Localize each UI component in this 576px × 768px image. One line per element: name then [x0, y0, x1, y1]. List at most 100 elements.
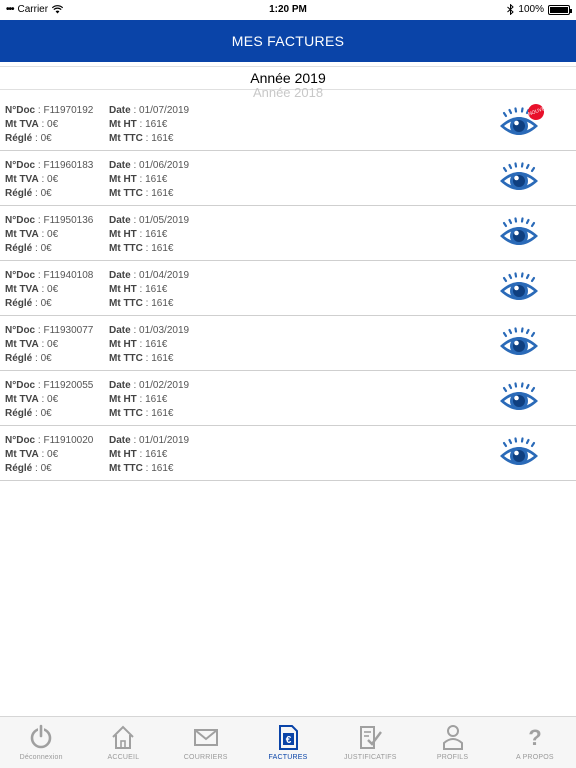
- mt-ht-value: 161€: [145, 284, 168, 295]
- invoice-euro-icon: €: [278, 725, 298, 750]
- mt-tva-label: Mt TVA: [5, 449, 39, 460]
- ndoc-value: F11930077: [43, 325, 94, 336]
- view-invoice-button[interactable]: [498, 214, 540, 256]
- year-selected[interactable]: Année 2019: [0, 67, 576, 89]
- mt-ttc-value: 161€: [151, 133, 174, 144]
- invoice-row[interactable]: N°Doc : F11930077 Mt TVA : 0€ Réglé : 0€…: [0, 316, 576, 371]
- invoice-row[interactable]: N°Doc : F11940108 Mt TVA : 0€ Réglé : 0€…: [0, 261, 576, 316]
- invoice-row[interactable]: N°Doc : F11920055 Mt TVA : 0€ Réglé : 0€…: [0, 371, 576, 426]
- tab-person[interactable]: PROFILS: [411, 717, 493, 768]
- status-time: 1:20 PM: [269, 4, 307, 15]
- ndoc-label: N°Doc: [5, 380, 36, 391]
- invoice-right-column: Date : 01/03/2019 Mt HT : 161€ Mt TTC : …: [109, 325, 190, 364]
- date-label: Date: [109, 435, 131, 446]
- ndoc-label: N°Doc: [5, 325, 36, 336]
- view-invoice-button[interactable]: NOUVEAU: [498, 101, 553, 146]
- invoice-left-column: N°Doc : F11970192 Mt TVA : 0€ Réglé : 0€: [5, 105, 94, 144]
- tab-document-check[interactable]: JUSTIFICATIFS: [329, 717, 411, 768]
- eye-icon[interactable]: [498, 159, 540, 201]
- regle-label: Réglé: [5, 353, 33, 364]
- regle-value: 0€: [40, 133, 52, 144]
- view-invoice-button[interactable]: [498, 434, 540, 476]
- ndoc-value: F11910020: [43, 435, 94, 446]
- tab-invoice-euro[interactable]: € FACTURES: [247, 717, 329, 768]
- invoice-right-column: Date : 01/05/2019 Mt HT : 161€ Mt TTC : …: [109, 215, 190, 254]
- mt-ht-value: 161€: [145, 119, 168, 130]
- mt-tva-value: 0€: [47, 229, 59, 240]
- regle-value: 0€: [40, 188, 52, 199]
- date-label: Date: [109, 325, 131, 336]
- mt-ttc-label: Mt TTC: [109, 188, 143, 199]
- date-value: 01/04/2019: [139, 270, 190, 281]
- tab-label: Déconnexion: [19, 754, 63, 761]
- tab-home[interactable]: ACCUEIL: [82, 717, 164, 768]
- home-icon: [112, 725, 135, 749]
- tab-envelope[interactable]: COURRIERS: [165, 717, 247, 768]
- invoice-left-column: N°Doc : F11950136 Mt TVA : 0€ Réglé : 0€: [5, 215, 94, 254]
- mt-ttc-value: 161€: [151, 353, 174, 364]
- mt-tva-value: 0€: [47, 284, 59, 295]
- mt-ttc-value: 161€: [151, 298, 174, 309]
- svg-text:?: ?: [528, 725, 541, 750]
- ndoc-label: N°Doc: [5, 215, 36, 226]
- eye-icon[interactable]: [498, 434, 540, 476]
- ndoc-label: N°Doc: [5, 160, 36, 171]
- mt-ht-label: Mt HT: [109, 339, 137, 350]
- battery-percent: 100%: [518, 4, 544, 15]
- invoice-row[interactable]: N°Doc : F11960183 Mt TVA : 0€ Réglé : 0€…: [0, 151, 576, 206]
- tab-label: PROFILS: [436, 754, 469, 761]
- mt-ttc-value: 161€: [151, 188, 174, 199]
- mt-ht-label: Mt HT: [109, 449, 137, 460]
- mt-ht-label: Mt HT: [109, 394, 137, 405]
- year-picker[interactable]: Année 2019 Année 2018: [0, 66, 576, 97]
- mt-tva-label: Mt TVA: [5, 284, 39, 295]
- view-invoice-button[interactable]: [498, 379, 540, 421]
- regle-value: 0€: [40, 353, 52, 364]
- eye-icon[interactable]: [498, 269, 540, 311]
- mt-tva-value: 0€: [47, 394, 59, 405]
- view-invoice-button[interactable]: [498, 324, 540, 366]
- date-label: Date: [109, 160, 131, 171]
- regle-label: Réglé: [5, 298, 33, 309]
- mt-ttc-value: 161€: [151, 243, 174, 254]
- power-icon: [30, 724, 52, 749]
- regle-value: 0€: [40, 408, 52, 419]
- invoice-row[interactable]: N°Doc : F11910020 Mt TVA : 0€ Réglé : 0€…: [0, 426, 576, 481]
- view-invoice-button[interactable]: [498, 269, 540, 311]
- date-value: 01/03/2019: [139, 325, 190, 336]
- mt-tva-value: 0€: [47, 119, 59, 130]
- mt-ttc-label: Mt TTC: [109, 463, 143, 474]
- invoice-row[interactable]: N°Doc : F11970192 Mt TVA : 0€ Réglé : 0€…: [0, 96, 576, 151]
- invoice-right-column: Date : 01/06/2019 Mt HT : 161€ Mt TTC : …: [109, 160, 190, 199]
- eye-icon[interactable]: [498, 379, 540, 421]
- regle-label: Réglé: [5, 188, 33, 199]
- ndoc-label: N°Doc: [5, 435, 36, 446]
- bluetooth-icon: [507, 4, 515, 15]
- person-icon: [442, 725, 463, 750]
- eye-icon[interactable]: [498, 324, 540, 366]
- mt-tva-label: Mt TVA: [5, 174, 39, 185]
- mt-ht-value: 161€: [145, 394, 168, 405]
- tab-label: COURRIERS: [183, 754, 228, 761]
- date-label: Date: [109, 380, 131, 391]
- mt-tva-value: 0€: [47, 449, 59, 460]
- tab-power[interactable]: Déconnexion: [0, 717, 82, 768]
- date-label: Date: [109, 105, 131, 116]
- eye-icon[interactable]: [498, 214, 540, 256]
- invoice-left-column: N°Doc : F11910020 Mt TVA : 0€ Réglé : 0€: [5, 435, 94, 474]
- mt-ht-value: 161€: [145, 229, 168, 240]
- regle-value: 0€: [40, 463, 52, 474]
- invoice-right-column: Date : 01/04/2019 Mt HT : 161€ Mt TTC : …: [109, 270, 190, 309]
- invoice-row[interactable]: N°Doc : F11950136 Mt TVA : 0€ Réglé : 0€…: [0, 206, 576, 261]
- mt-tva-value: 0€: [47, 174, 59, 185]
- view-invoice-button[interactable]: [498, 159, 540, 201]
- regle-label: Réglé: [5, 133, 33, 144]
- tab-question[interactable]: ? A PROPOS: [494, 717, 576, 768]
- mt-ttc-value: 161€: [151, 408, 174, 419]
- mt-ht-label: Mt HT: [109, 174, 137, 185]
- tab-label: JUSTIFICATIFS: [343, 754, 397, 761]
- ndoc-value: F11940108: [43, 270, 94, 281]
- date-value: 01/05/2019: [139, 215, 190, 226]
- invoice-left-column: N°Doc : F11960183 Mt TVA : 0€ Réglé : 0€: [5, 160, 94, 199]
- tab-label: FACTURES: [268, 754, 308, 761]
